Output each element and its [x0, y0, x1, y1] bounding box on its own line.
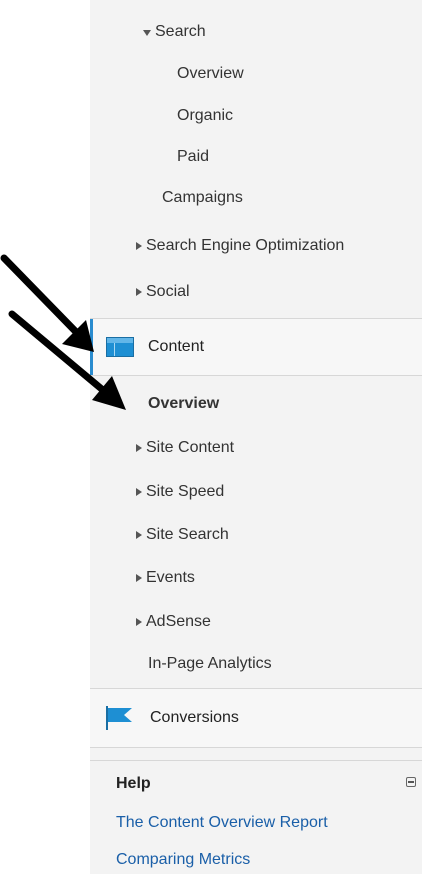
- caret-right-icon: [134, 530, 144, 540]
- nav-label: Overview: [177, 65, 244, 82]
- caret-right-icon: [134, 443, 144, 453]
- nav-item-site-content[interactable]: Site Content: [90, 430, 422, 466]
- caret-right-icon: [134, 487, 144, 497]
- flag-icon: [106, 706, 132, 730]
- nav-label: In-Page Analytics: [148, 655, 272, 672]
- nav-item-search-organic[interactable]: Organic: [90, 98, 422, 134]
- section-label: Content: [148, 338, 205, 355]
- help-title: Help: [116, 775, 151, 792]
- help-panel: Help The Content Overview Report Compari…: [90, 760, 422, 874]
- help-link-content-overview[interactable]: The Content Overview Report: [116, 814, 328, 832]
- nav-label: Site Speed: [146, 483, 225, 500]
- nav-item-adsense[interactable]: AdSense: [90, 604, 422, 640]
- help-link-comparing-metrics[interactable]: Comparing Metrics: [116, 851, 250, 869]
- nav-item-site-speed[interactable]: Site Speed: [90, 474, 422, 510]
- sidebar: Search Overview Organic Paid Campaigns S…: [90, 0, 422, 874]
- section-label: Conversions: [150, 709, 239, 726]
- nav-item-events[interactable]: Events: [90, 560, 422, 596]
- nav-label: Site Search: [146, 526, 229, 543]
- section-conversions[interactable]: Conversions: [90, 688, 422, 748]
- left-margin: [0, 0, 90, 873]
- nav-label: Paid: [177, 148, 210, 165]
- caret-right-icon: [134, 573, 144, 583]
- nav-label: Search Engine Optimization: [146, 237, 345, 254]
- nav-label: Events: [146, 569, 195, 586]
- caret-down-icon: [143, 27, 153, 37]
- nav-label: AdSense: [146, 613, 211, 630]
- collapse-icon[interactable]: [406, 777, 416, 787]
- nav-item-search[interactable]: Search: [90, 14, 422, 50]
- arrow-annotation: [0, 254, 126, 410]
- nav-label: Organic: [177, 107, 234, 124]
- nav-item-search-overview[interactable]: Overview: [90, 56, 422, 92]
- nav-item-campaigns[interactable]: Campaigns: [90, 180, 422, 216]
- nav-label: Search: [155, 23, 206, 40]
- caret-right-icon: [134, 617, 144, 627]
- nav-item-site-search[interactable]: Site Search: [90, 517, 422, 553]
- nav-item-in-page-analytics[interactable]: In-Page Analytics: [90, 646, 422, 682]
- nav-label: Campaigns: [162, 189, 243, 206]
- nav-label: Overview: [148, 395, 220, 412]
- nav-label: Social: [146, 283, 190, 300]
- nav-item-search-paid[interactable]: Paid: [90, 139, 422, 175]
- nav-label: Site Content: [146, 439, 235, 456]
